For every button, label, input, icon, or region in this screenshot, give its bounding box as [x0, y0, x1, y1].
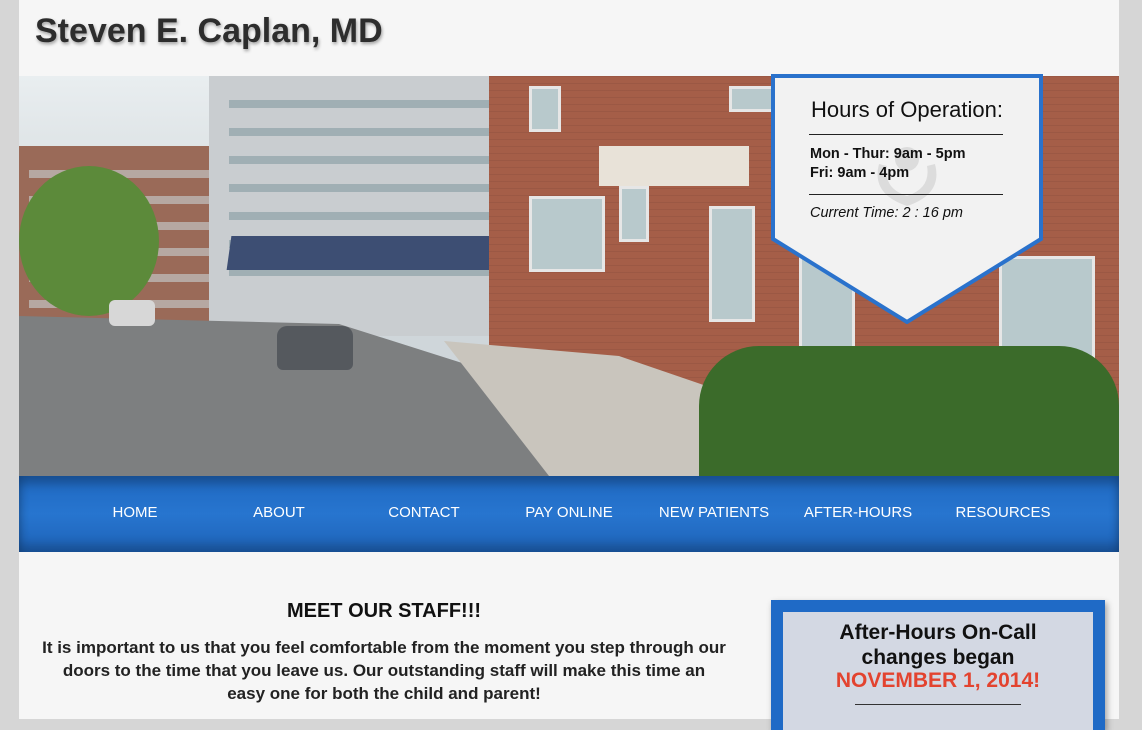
divider — [809, 194, 1003, 195]
current-time: Current Time: 2 : 16 pm — [810, 205, 963, 221]
nav-after-hours[interactable]: AFTER-HOURS — [783, 504, 933, 521]
gray-building — [209, 76, 509, 336]
hedge — [699, 346, 1119, 476]
hours-title: Hours of Operation: — [811, 97, 1003, 122]
hours-line-weekday: Mon - Thur: 9am - 5pm — [810, 146, 966, 162]
nav-about[interactable]: ABOUT — [204, 504, 354, 521]
notice-line: changes began — [861, 646, 1015, 669]
parked-car — [109, 300, 155, 326]
entrance-canopy — [226, 236, 512, 270]
site-title[interactable]: Steven E. Caplan, MD — [35, 12, 383, 51]
hours-line-friday: Fri: 9am - 4pm — [810, 165, 910, 181]
notice-line: After-Hours On-Call — [839, 621, 1037, 644]
nav-new-patients[interactable]: NEW PATIENTS — [639, 504, 789, 521]
window — [529, 196, 605, 272]
parked-car — [277, 326, 353, 370]
divider — [855, 704, 1021, 705]
tree — [19, 166, 159, 316]
nav-home[interactable]: HOME — [60, 504, 210, 521]
divider — [809, 134, 1003, 135]
nav-resources[interactable]: RESOURCES — [928, 504, 1078, 521]
window — [529, 86, 561, 132]
after-hours-notice-panel: After-Hours On-Call changes began NOVEMB… — [783, 612, 1093, 730]
window — [709, 206, 755, 322]
page: Steven E. Caplan, MD Hours of Operation:… — [19, 0, 1119, 730]
office-building-sign — [599, 146, 749, 186]
hours-badge: Hours of Operation: Mon - Thur: 9am - 5p… — [771, 74, 1043, 324]
window — [619, 186, 649, 242]
staff-heading: MEET OUR STAFF!!! — [286, 600, 482, 622]
notice-date: NOVEMBER 1, 2014! — [835, 669, 1041, 692]
after-hours-notice[interactable]: After-Hours On-Call changes began NOVEMB… — [771, 600, 1105, 730]
window — [729, 86, 775, 112]
main-nav: HOME ABOUT CONTACT PAY ONLINE NEW PATIEN… — [19, 476, 1119, 552]
nav-contact[interactable]: CONTACT — [349, 504, 499, 521]
staff-text: It is important to us that you feel comf… — [42, 638, 726, 703]
nav-pay-online[interactable]: PAY ONLINE — [494, 504, 644, 521]
